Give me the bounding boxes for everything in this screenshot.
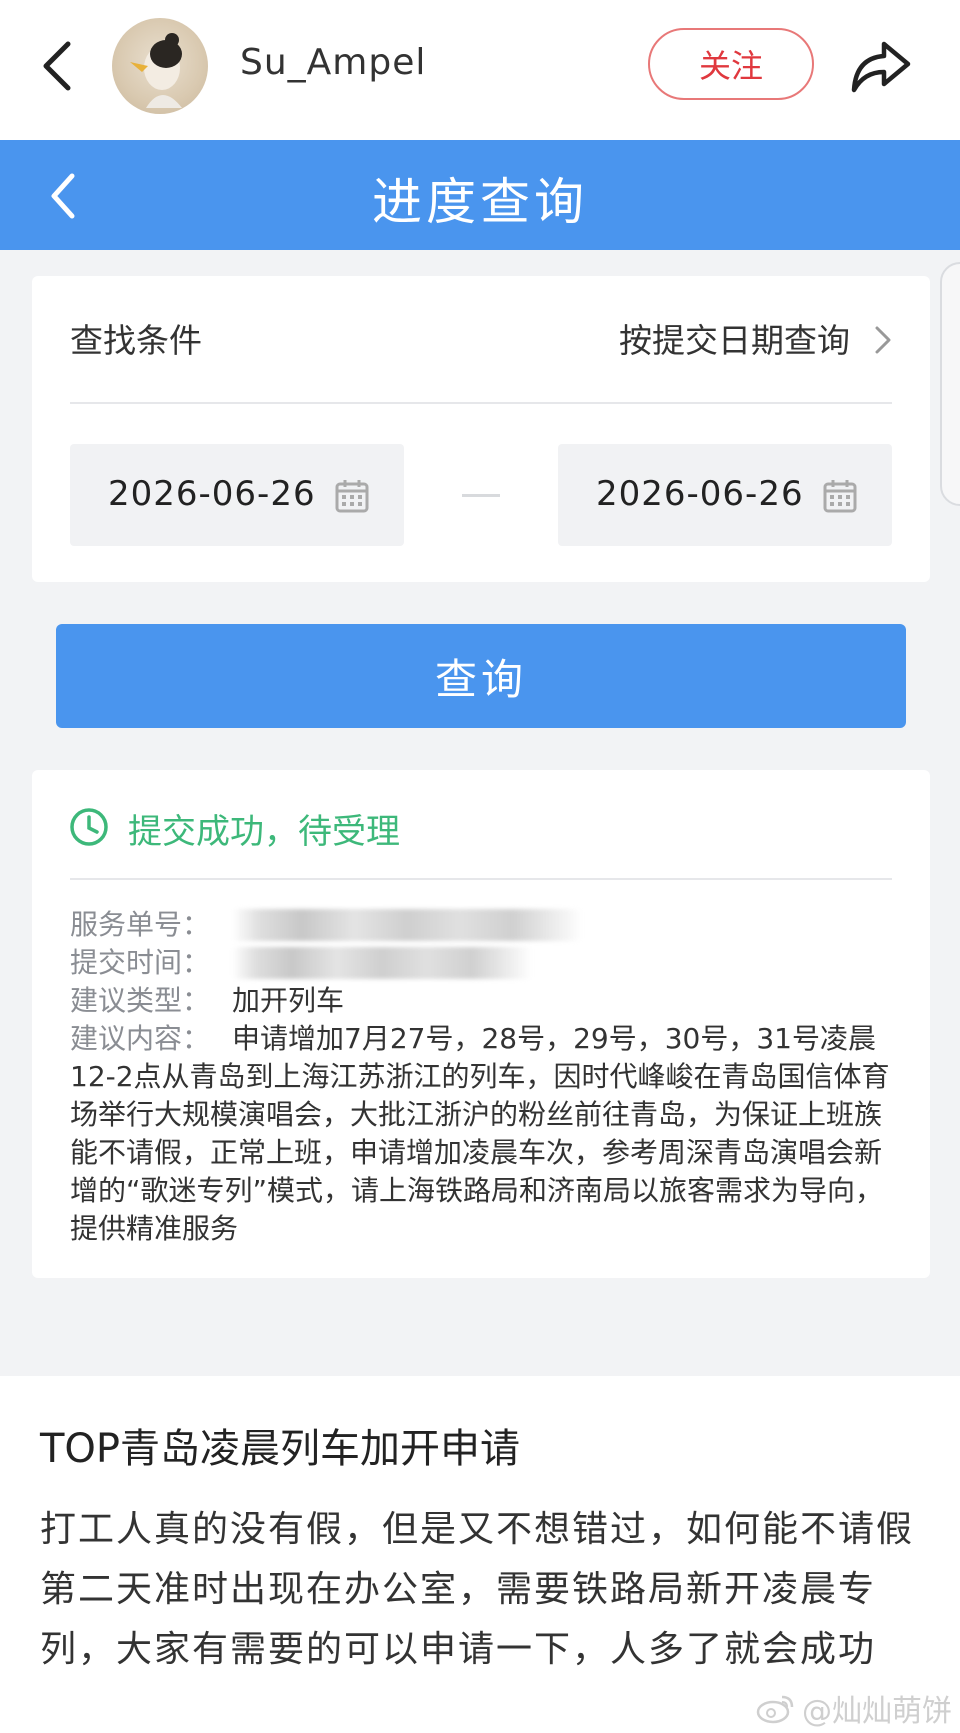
avatar[interactable] <box>112 18 208 114</box>
weibo-icon <box>756 1695 794 1724</box>
calendar-icon[interactable] <box>822 478 858 514</box>
calendar-icon[interactable] <box>334 478 370 514</box>
suggestion-type-row: 建议类型： 加开列车 <box>70 982 900 1020</box>
query-button[interactable]: 查询 <box>56 624 906 728</box>
watermark: @灿灿萌饼 <box>756 1686 952 1730</box>
service-number-redacted <box>232 909 582 941</box>
clock-icon <box>70 808 108 846</box>
username[interactable]: Su_Ampel <box>240 42 426 83</box>
result-details: 服务单号： 提交时间： 建议类型： 加开列车 建议内容： 申请增加7月27号，28… <box>70 906 900 1248</box>
start-date-value: 2026-06-26 <box>108 474 316 514</box>
service-number-label: 服务单号： <box>70 908 211 941</box>
end-date-field[interactable]: 2026-06-26 <box>558 444 892 546</box>
submit-time-row: 提交时间： <box>70 944 900 982</box>
suggestion-type-value: 加开列车 <box>232 984 345 1017</box>
divider <box>70 402 892 404</box>
scrollbar[interactable] <box>940 262 960 506</box>
back-arrow-icon[interactable] <box>36 38 80 94</box>
condition-selector[interactable]: 按提交日期查询 <box>619 314 850 362</box>
date-range-separator <box>462 494 500 497</box>
result-card[interactable]: 提交成功，待受理 服务单号： 提交时间： 建议类型： 加开列车 建议内容： 申请增… <box>32 770 930 1278</box>
share-icon[interactable] <box>848 36 912 96</box>
condition-label: 查找条件 <box>70 321 202 360</box>
suggestion-content-label: 建议内容： <box>70 1022 211 1055</box>
post-area: TOP青岛凌晨列车加开申请 打工人真的没有假，但是又不想错过，如何能不请假第二天… <box>0 1376 960 1733</box>
service-number-row: 服务单号： <box>70 906 900 944</box>
suggestion-type-label: 建议类型： <box>70 984 211 1017</box>
app-header: 进度查询 <box>0 140 960 250</box>
end-date-value: 2026-06-26 <box>596 474 804 514</box>
suggestion-content-row: 建议内容： 申请增加7月27号，28号，29号，30号，31号凌晨12-2点从青岛… <box>70 1020 900 1248</box>
page-title: 进度查询 <box>372 173 588 231</box>
post-title: TOP青岛凌晨列车加开申请 <box>40 1426 521 1472</box>
top-bar: Su_Ampel 关注 <box>0 0 960 140</box>
divider <box>70 878 892 880</box>
start-date-field[interactable]: 2026-06-26 <box>70 444 404 546</box>
submit-time-label: 提交时间： <box>70 946 211 979</box>
watermark-text: @灿灿萌饼 <box>802 1694 952 1729</box>
status-text: 提交成功，待受理 <box>128 812 400 852</box>
chevron-right-icon[interactable] <box>874 324 892 356</box>
search-card: 查找条件 按提交日期查询 2026-06-26 2026-06-26 <box>32 276 930 582</box>
submit-time-redacted <box>232 947 532 979</box>
follow-button[interactable]: 关注 <box>648 28 814 100</box>
post-body: 打工人真的没有假，但是又不想错过，如何能不请假第二天准时出现在办公室，需要铁路局… <box>40 1509 915 1670</box>
